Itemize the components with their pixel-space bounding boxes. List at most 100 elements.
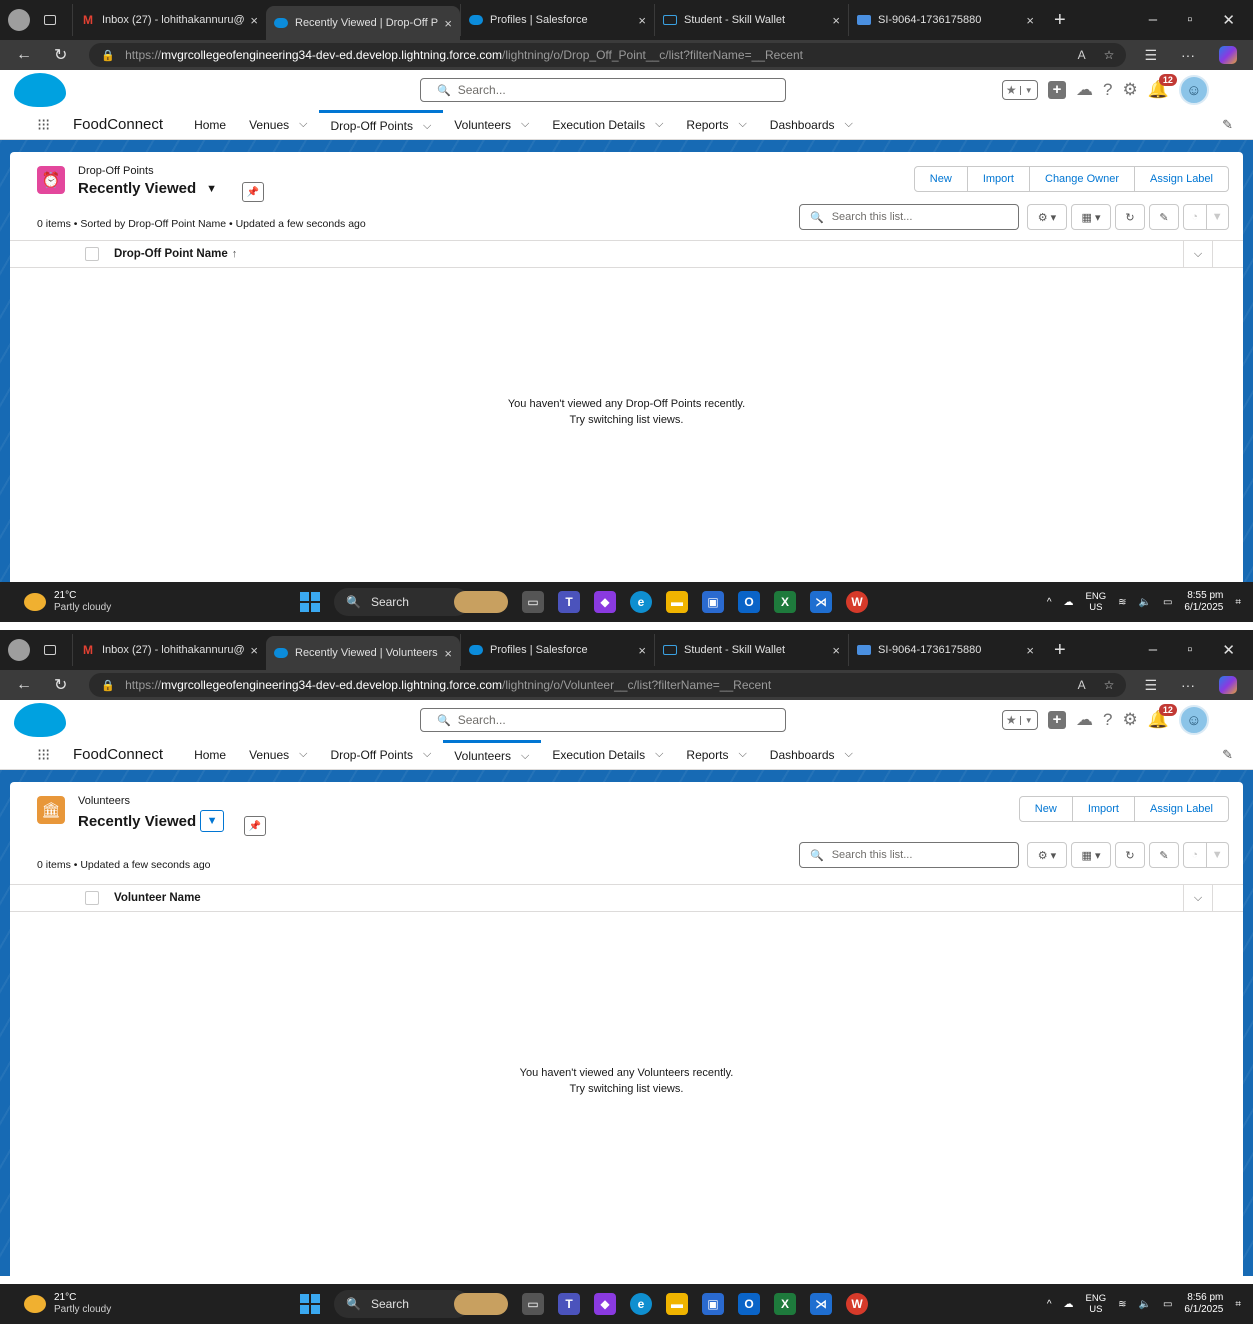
close-icon[interactable]: × bbox=[250, 13, 258, 28]
file-explorer-icon[interactable]: ▬ bbox=[666, 591, 688, 613]
back-icon[interactable]: ← bbox=[16, 676, 32, 694]
volume-icon[interactable]: 🔈 bbox=[1139, 1299, 1151, 1310]
notifications-bell-icon[interactable]: 🔔 12 bbox=[1148, 704, 1177, 730]
favorites-button[interactable]: ★ ▼ bbox=[1002, 710, 1038, 730]
trailhead-icon[interactable]: ☁ bbox=[1076, 80, 1093, 100]
close-icon[interactable]: × bbox=[444, 646, 452, 661]
wps-office-icon[interactable]: W bbox=[846, 591, 868, 613]
chevron-down-icon[interactable]: ⌵ bbox=[738, 748, 746, 761]
store-icon[interactable]: ▣ bbox=[702, 1293, 724, 1315]
user-avatar[interactable]: ☺ bbox=[1178, 705, 1209, 735]
nav-item-dashboards[interactable]: Dashboards ⌵ bbox=[759, 110, 865, 139]
browser-profile-icon[interactable] bbox=[8, 639, 30, 661]
url-field[interactable]: 🔒 https://mvgrcollegeofengineering34-dev… bbox=[89, 43, 1127, 67]
app-launcher-icon[interactable]: ⁝⁝⁝ bbox=[37, 110, 57, 139]
notification-center-icon[interactable]: ⌗ bbox=[1235, 597, 1241, 608]
notification-center-icon[interactable]: ⌗ bbox=[1235, 1299, 1241, 1310]
browser-tab[interactable]: Student - Skill Wallet × bbox=[654, 4, 848, 36]
new-tab-icon[interactable]: + bbox=[1054, 9, 1066, 32]
chevron-down-icon[interactable]: ⌵ bbox=[423, 748, 431, 761]
close-icon[interactable]: × bbox=[638, 13, 646, 28]
nav-item-home[interactable]: Home bbox=[183, 110, 238, 139]
outlook-icon[interactable]: O bbox=[738, 1293, 760, 1315]
minimize-icon[interactable]: – bbox=[1149, 11, 1157, 29]
vscode-icon[interactable]: ⋊ bbox=[810, 591, 832, 613]
task-view-icon[interactable]: ▭ bbox=[522, 1293, 544, 1315]
help-icon[interactable]: ? bbox=[1103, 80, 1112, 100]
nav-item-volunteers[interactable]: Volunteers ⌵ bbox=[443, 110, 541, 139]
battery-icon[interactable]: ▭ bbox=[1163, 597, 1172, 608]
star-icon[interactable]: ☆ bbox=[1104, 678, 1115, 692]
minimize-icon[interactable]: – bbox=[1149, 641, 1157, 659]
taskbar-search[interactable]: 🔍 Search bbox=[334, 1290, 470, 1318]
column-menu-chevron-icon[interactable]: ⌵ bbox=[1183, 241, 1213, 267]
windows-start-icon[interactable] bbox=[300, 592, 320, 612]
copilot-app-icon[interactable]: ◆ bbox=[594, 1293, 616, 1315]
close-icon[interactable]: × bbox=[1026, 13, 1034, 28]
file-explorer-icon[interactable]: ▬ bbox=[666, 1293, 688, 1315]
refresh-icon[interactable]: ↻ bbox=[54, 675, 67, 695]
chevron-down-icon[interactable]: ⌵ bbox=[655, 118, 663, 131]
browser-tab[interactable]: Profiles | Salesforce × bbox=[460, 634, 654, 666]
list-view-dropdown-icon[interactable]: ▼ bbox=[206, 183, 217, 195]
notifications-bell-icon[interactable]: 🔔 12 bbox=[1148, 74, 1177, 100]
nav-item-dashboards[interactable]: Dashboards ⌵ bbox=[759, 740, 865, 769]
edit-nav-pencil-icon[interactable]: ✎ bbox=[1222, 747, 1233, 763]
browser-profile-icon[interactable] bbox=[8, 9, 30, 31]
refresh-icon[interactable]: ↻ bbox=[1115, 842, 1145, 868]
nav-item-venues[interactable]: Venues ⌵ bbox=[238, 110, 319, 139]
nav-item-execution-details[interactable]: Execution Details ⌵ bbox=[541, 740, 675, 769]
list-search-input[interactable]: 🔍 Search this list... bbox=[799, 204, 1019, 230]
global-search-input[interactable]: 🔍 Search... bbox=[420, 78, 786, 102]
select-all-checkbox[interactable] bbox=[85, 891, 99, 905]
chevron-down-icon[interactable]: ⌵ bbox=[738, 118, 746, 131]
read-aloud-icon[interactable]: A bbox=[1078, 678, 1086, 692]
setup-gear-icon[interactable]: ⚙ bbox=[1122, 80, 1137, 100]
lock-icon[interactable]: 🔒 bbox=[101, 679, 115, 692]
network-warning-icon[interactable]: ☁ bbox=[1064, 1299, 1074, 1310]
select-all-checkbox[interactable] bbox=[85, 247, 99, 261]
teams-icon[interactable]: T bbox=[558, 1293, 580, 1315]
more-icon[interactable]: ··· bbox=[1181, 677, 1195, 693]
wifi-icon[interactable]: ≋ bbox=[1118, 597, 1126, 608]
weather-widget[interactable]: 21°C Partly cloudy bbox=[24, 590, 111, 614]
column-header-name[interactable]: Drop-Off Point Name bbox=[114, 248, 228, 260]
wps-office-icon[interactable]: W bbox=[846, 1293, 868, 1315]
nav-item-home[interactable]: Home bbox=[183, 740, 238, 769]
list-view-title[interactable]: Recently Viewed ▼ bbox=[78, 180, 217, 197]
teams-icon[interactable]: T bbox=[558, 591, 580, 613]
chevron-up-icon[interactable]: ^ bbox=[1047, 597, 1052, 608]
outlook-icon[interactable]: O bbox=[738, 591, 760, 613]
salesforce-logo[interactable] bbox=[14, 703, 66, 737]
pin-icon[interactable]: 📌 bbox=[242, 182, 264, 202]
system-clock[interactable]: 8:56 pm 6/1/2025 bbox=[1184, 1292, 1223, 1316]
chevron-down-icon[interactable]: ⌵ bbox=[845, 748, 853, 761]
display-as-table-icon[interactable]: ▦ ▾ bbox=[1071, 204, 1111, 230]
close-icon[interactable]: × bbox=[444, 16, 452, 31]
chevron-down-icon[interactable]: ⌵ bbox=[845, 118, 853, 131]
change-owner-button[interactable]: Change Owner bbox=[1029, 167, 1134, 191]
nav-item-execution-details[interactable]: Execution Details ⌵ bbox=[541, 110, 675, 139]
language-indicator[interactable]: ENG US bbox=[1086, 591, 1107, 613]
restore-icon[interactable]: ▫ bbox=[1187, 11, 1192, 29]
refresh-icon[interactable]: ↻ bbox=[54, 45, 67, 65]
chevron-down-icon[interactable]: ⌵ bbox=[521, 750, 529, 763]
chevron-down-icon[interactable]: ⌵ bbox=[299, 118, 307, 131]
excel-icon[interactable]: X bbox=[774, 591, 796, 613]
nav-item-drop-off-points[interactable]: Drop-Off Points ⌵ bbox=[319, 110, 444, 139]
column-header-name[interactable]: Volunteer Name bbox=[114, 892, 201, 904]
nav-item-venues[interactable]: Venues ⌵ bbox=[238, 740, 319, 769]
browser-tab[interactable]: M Inbox (27) - lohithakannuru@ × bbox=[72, 4, 266, 36]
app-launcher-icon[interactable]: ⁝⁝⁝ bbox=[37, 740, 57, 769]
edge-icon[interactable]: e bbox=[630, 591, 652, 613]
task-view-icon[interactable]: ▭ bbox=[522, 591, 544, 613]
copilot-app-icon[interactable]: ◆ bbox=[594, 591, 616, 613]
nav-item-volunteers[interactable]: Volunteers ⌵ bbox=[443, 740, 542, 769]
workspaces-icon[interactable] bbox=[44, 15, 56, 25]
close-icon[interactable]: × bbox=[832, 643, 840, 658]
browser-tab[interactable]: SI-9064-1736175880 × bbox=[848, 634, 1042, 666]
language-indicator[interactable]: ENG US bbox=[1086, 1293, 1107, 1315]
close-window-icon[interactable]: ✕ bbox=[1222, 641, 1235, 659]
browser-tab[interactable]: Profiles | Salesforce × bbox=[460, 4, 654, 36]
url-field[interactable]: 🔒 https://mvgrcollegeofengineering34-dev… bbox=[89, 673, 1127, 697]
